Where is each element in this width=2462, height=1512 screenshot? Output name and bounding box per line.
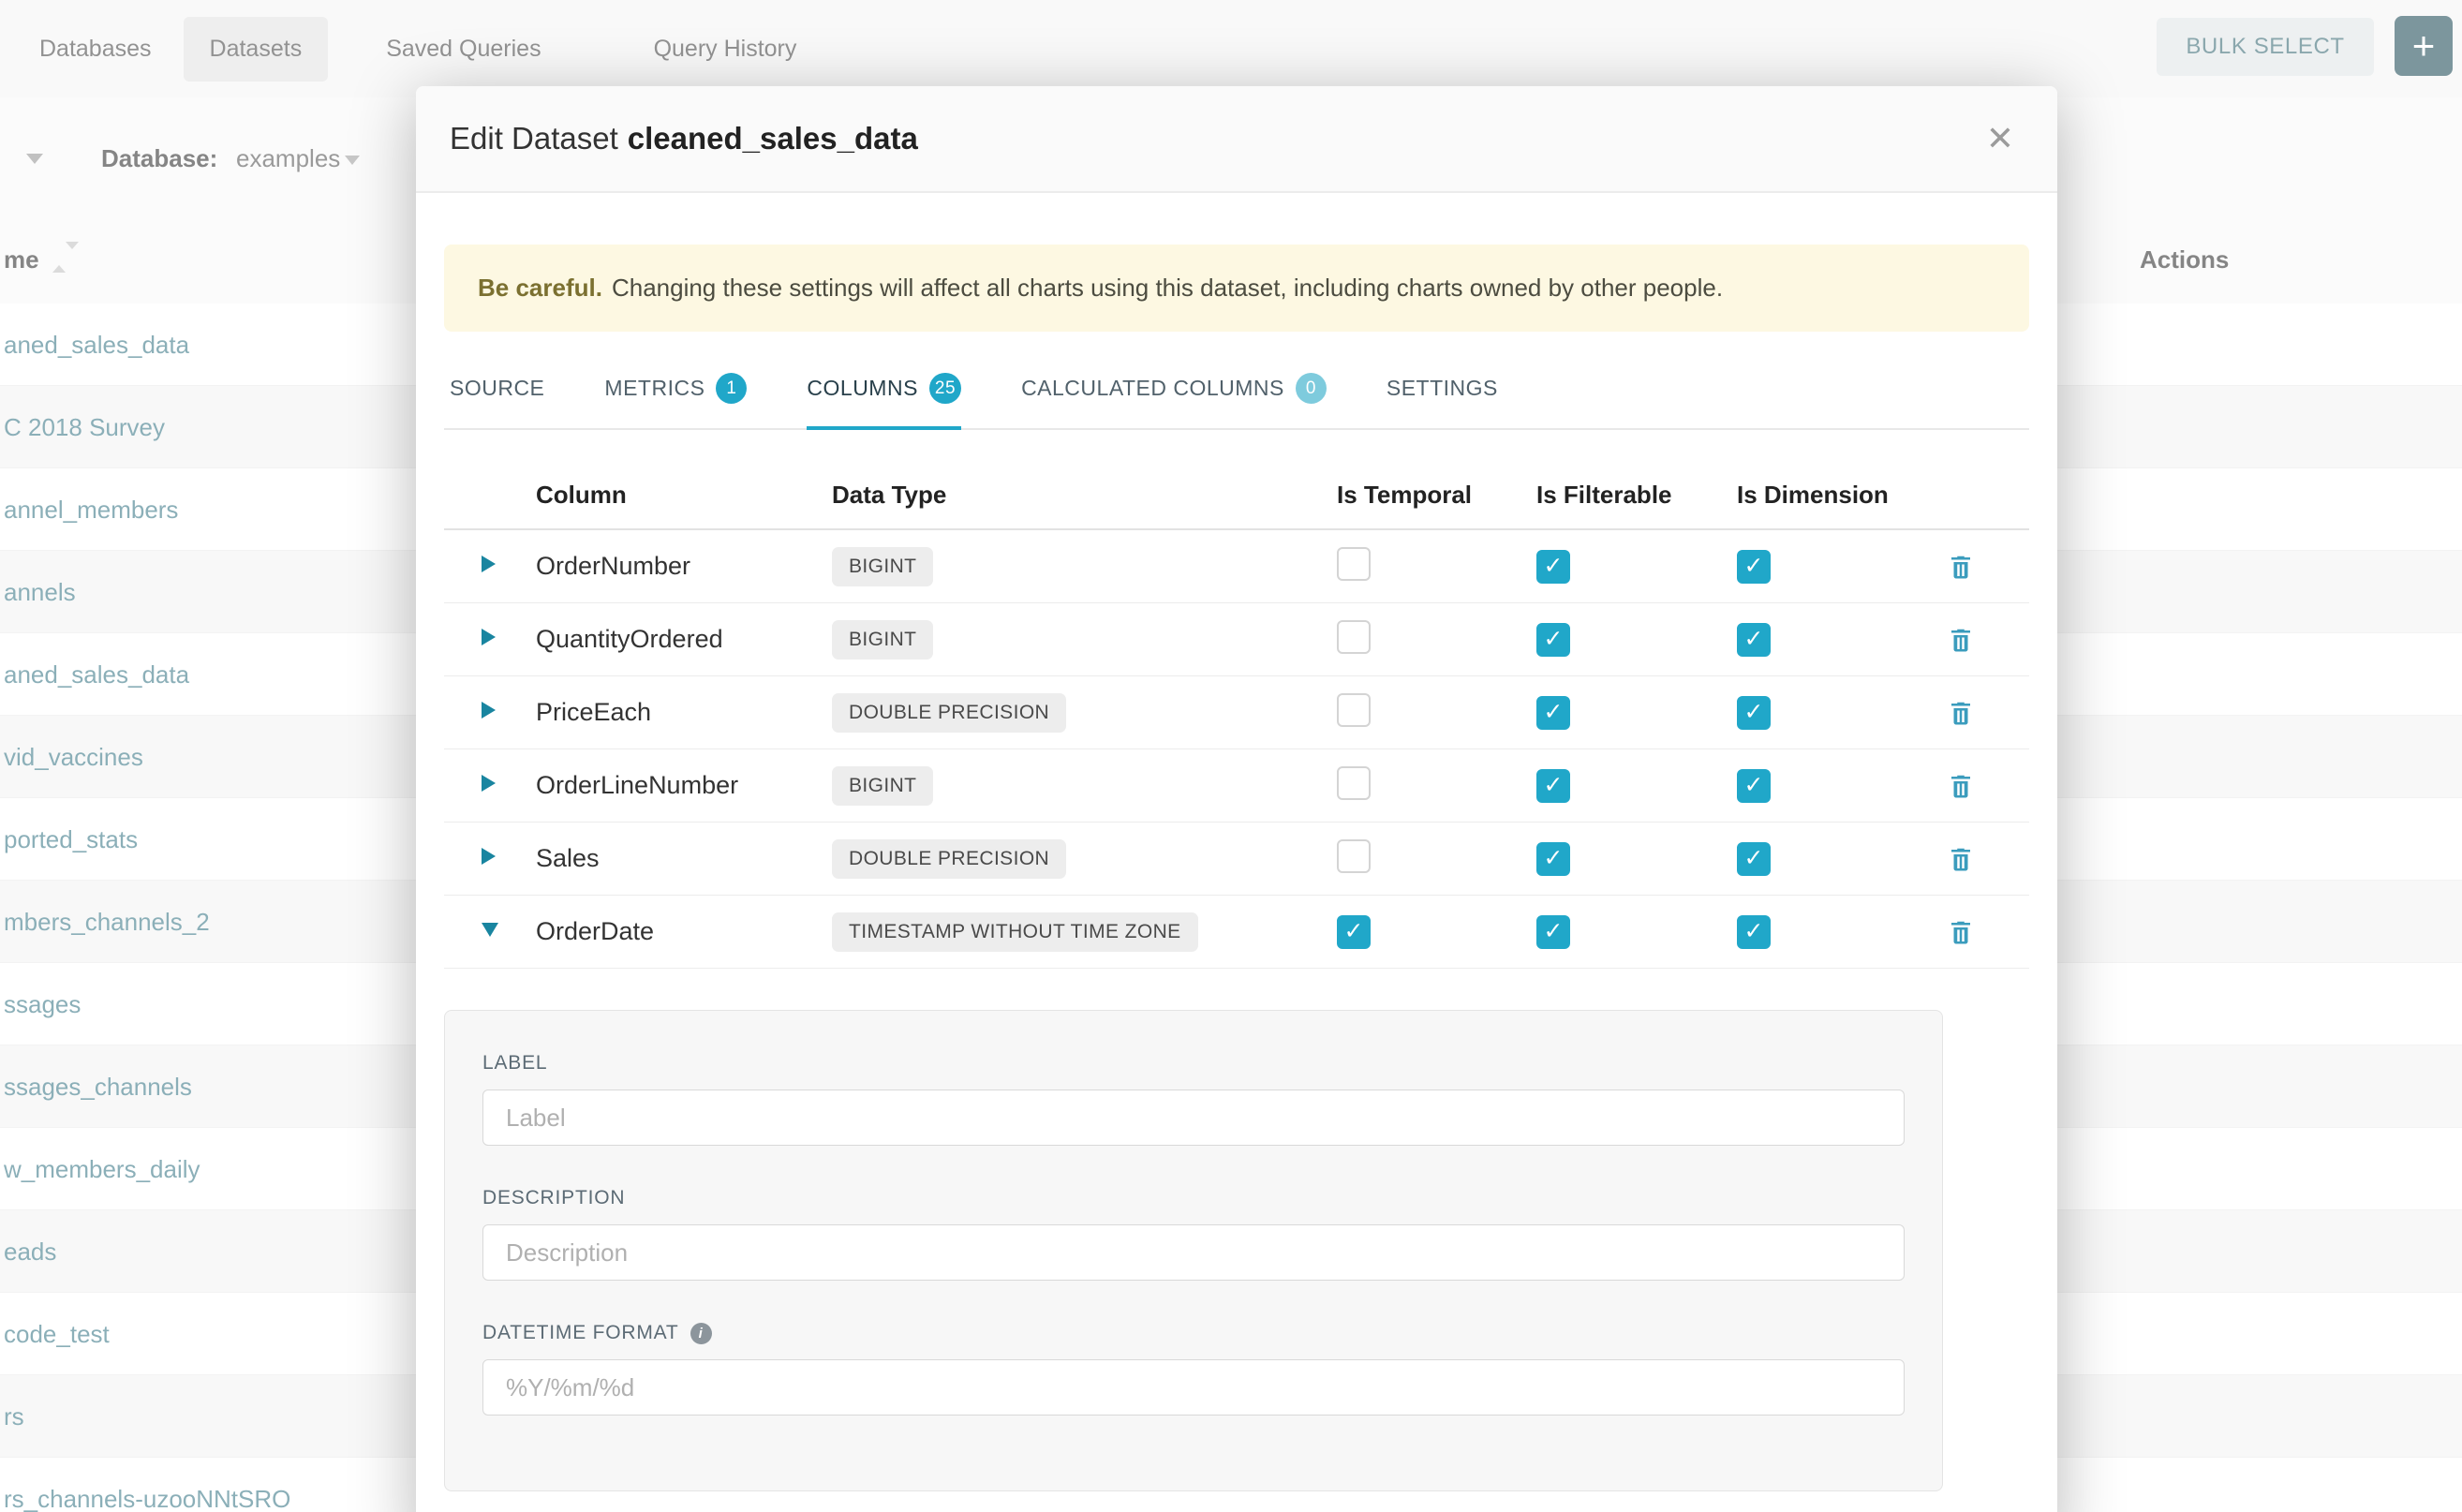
description-field-label: DESCRIPTION <box>482 1187 1905 1209</box>
column-name: OrderLineNumber <box>536 771 832 800</box>
modal-body: Be careful. Changing these settings will… <box>416 193 2057 1491</box>
column-row-expanded: OrderDate TIMESTAMP WITHOUT TIME ZONE <box>444 896 2029 969</box>
tab-columns[interactable]: COLUMNS 25 <box>807 360 961 428</box>
delete-column-icon[interactable] <box>1947 772 1975 800</box>
label-input[interactable] <box>482 1090 1905 1146</box>
data-type-pill: BIGINT <box>832 547 933 586</box>
warning-banner-bold: Be careful. <box>478 274 602 303</box>
is-dimension-header: Is Dimension <box>1737 481 1934 510</box>
warning-banner: Be careful. Changing these settings will… <box>444 245 2029 332</box>
delete-column-icon[interactable] <box>1947 553 1975 581</box>
is-temporal-checkbox[interactable] <box>1337 839 1371 873</box>
is-temporal-checkbox[interactable] <box>1337 547 1371 581</box>
tab-source-label: SOURCE <box>450 376 544 401</box>
is-dimension-checkbox[interactable] <box>1737 769 1771 803</box>
is-dimension-checkbox[interactable] <box>1737 696 1771 730</box>
data-type-pill: BIGINT <box>832 766 933 806</box>
tab-settings[interactable]: SETTINGS <box>1387 363 1498 425</box>
modal-title-dataset-name: cleaned_sales_data <box>628 121 918 156</box>
column-name: Sales <box>536 844 832 873</box>
tab-settings-label: SETTINGS <box>1387 376 1498 401</box>
delete-column-icon[interactable] <box>1947 918 1975 946</box>
metrics-count-badge: 1 <box>716 373 747 404</box>
is-dimension-checkbox[interactable] <box>1737 550 1771 584</box>
delete-column-icon[interactable] <box>1947 626 1975 654</box>
is-temporal-checkbox[interactable] <box>1337 766 1371 800</box>
is-filterable-checkbox[interactable] <box>1536 696 1570 730</box>
data-type-pill: DOUBLE PRECISION <box>832 693 1066 733</box>
is-filterable-checkbox[interactable] <box>1536 623 1570 657</box>
columns-count-badge: 25 <box>929 373 961 404</box>
data-type-pill: DOUBLE PRECISION <box>832 839 1066 879</box>
is-dimension-checkbox[interactable] <box>1737 623 1771 657</box>
is-temporal-checkbox[interactable] <box>1337 620 1371 654</box>
tab-calculated-columns-label: CALCULATED COLUMNS <box>1021 376 1284 401</box>
column-editor-panel: LABEL DESCRIPTION DATETIME FORMAT i <box>444 1010 1943 1491</box>
expand-caret-icon[interactable] <box>482 702 496 719</box>
is-filterable-checkbox[interactable] <box>1536 915 1570 949</box>
tab-metrics[interactable]: METRICS 1 <box>604 360 747 428</box>
modal-header: Edit Dataset cleaned_sales_data ✕ <box>416 86 2057 193</box>
tab-metrics-label: METRICS <box>604 376 704 401</box>
column-header: Column <box>536 481 832 510</box>
expand-caret-icon[interactable] <box>482 629 496 645</box>
data-type-header: Data Type <box>832 481 1337 510</box>
column-name: OrderNumber <box>536 552 832 581</box>
modal-title: Edit Dataset cleaned_sales_data <box>450 121 918 156</box>
close-icon[interactable]: ✕ <box>1977 113 2024 164</box>
column-row: OrderLineNumber BIGINT <box>444 749 2029 823</box>
is-filterable-header: Is Filterable <box>1536 481 1737 510</box>
is-dimension-checkbox[interactable] <box>1737 842 1771 876</box>
column-row: QuantityOrdered BIGINT <box>444 603 2029 676</box>
column-row: OrderNumber BIGINT <box>444 530 2029 603</box>
description-input[interactable] <box>482 1224 1905 1281</box>
warning-banner-text: Changing these settings will affect all … <box>612 274 1723 303</box>
modal-title-prefix: Edit Dataset <box>450 121 618 156</box>
tab-source[interactable]: SOURCE <box>450 363 544 425</box>
delete-column-icon[interactable] <box>1947 845 1975 873</box>
is-temporal-checkbox[interactable] <box>1337 693 1371 727</box>
column-name: OrderDate <box>536 917 832 946</box>
calculated-columns-count-badge: 0 <box>1296 373 1327 404</box>
tab-columns-label: COLUMNS <box>807 376 918 401</box>
modal-tabs: SOURCE METRICS 1 COLUMNS 25 CALCULATED C… <box>444 360 2029 430</box>
collapse-caret-icon[interactable] <box>482 923 498 937</box>
data-type-pill: BIGINT <box>832 620 933 660</box>
is-filterable-checkbox[interactable] <box>1536 842 1570 876</box>
is-filterable-checkbox[interactable] <box>1536 769 1570 803</box>
column-row: PriceEach DOUBLE PRECISION <box>444 676 2029 749</box>
column-name: QuantityOrdered <box>536 625 832 654</box>
expand-caret-icon[interactable] <box>482 775 496 792</box>
column-row: Sales DOUBLE PRECISION <box>444 823 2029 896</box>
datetime-format-field-label: DATETIME FORMAT i <box>482 1322 1905 1344</box>
datetime-format-input[interactable] <box>482 1359 1905 1416</box>
is-filterable-checkbox[interactable] <box>1536 550 1570 584</box>
is-temporal-checkbox[interactable] <box>1337 915 1371 949</box>
is-temporal-header: Is Temporal <box>1337 481 1536 510</box>
info-icon[interactable]: i <box>690 1323 712 1344</box>
column-name: PriceEach <box>536 698 832 727</box>
delete-column-icon[interactable] <box>1947 699 1975 727</box>
is-dimension-checkbox[interactable] <box>1737 915 1771 949</box>
expand-caret-icon[interactable] <box>482 848 496 865</box>
expand-caret-icon[interactable] <box>482 556 496 572</box>
label-field-label: LABEL <box>482 1052 1905 1075</box>
tab-calculated-columns[interactable]: CALCULATED COLUMNS 0 <box>1021 360 1327 428</box>
columns-table-header: Column Data Type Is Temporal Is Filterab… <box>444 430 2029 530</box>
data-type-pill: TIMESTAMP WITHOUT TIME ZONE <box>832 912 1198 952</box>
edit-dataset-modal: Edit Dataset cleaned_sales_data ✕ Be care… <box>416 86 2057 1512</box>
